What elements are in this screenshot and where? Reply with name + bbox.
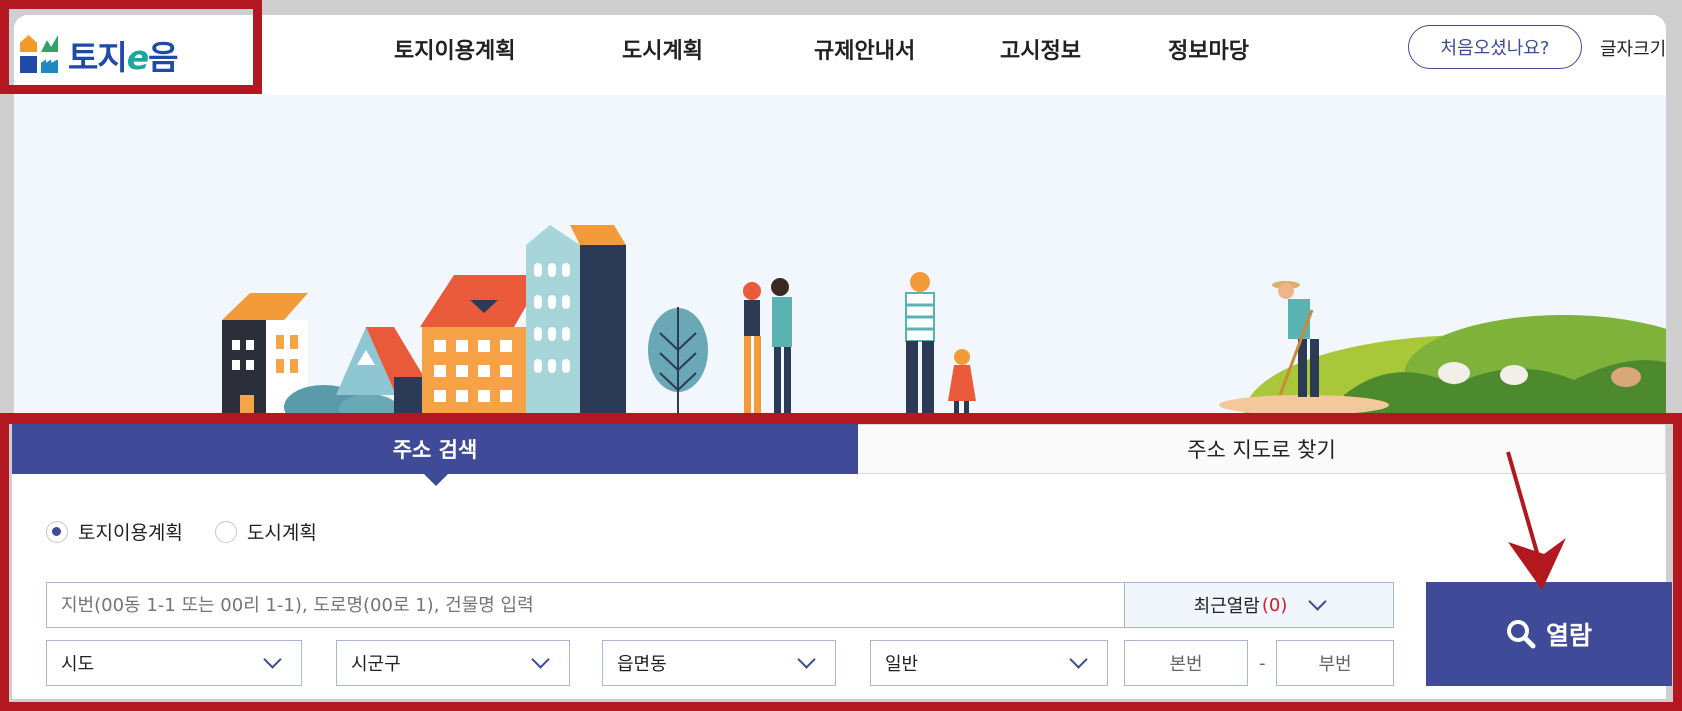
nav-item-info-hub[interactable]: 정보마당 <box>1168 33 1249 65</box>
annotation-arrow-icon <box>1506 451 1566 590</box>
people-family-illustration <box>905 272 976 415</box>
first-visit-button[interactable]: 처음오셨나요? <box>1408 25 1582 69</box>
nav-item-urban-plan[interactable]: 도시계획 <box>622 33 703 65</box>
nav-item-notice-info[interactable]: 고시정보 <box>1000 33 1081 65</box>
people-couple-illustration <box>743 278 792 415</box>
search-highlight-box <box>0 413 1682 711</box>
nav-item-regulation-guide[interactable]: 규제안내서 <box>814 33 915 65</box>
font-size-control[interactable]: 글자크기 <box>1600 35 1666 61</box>
hero-illustration <box>14 95 1666 415</box>
town-illustration <box>222 225 1666 415</box>
logo-highlight-box <box>0 0 262 94</box>
nav-item-land-use-plan[interactable]: 토지이용계획 <box>394 33 515 65</box>
